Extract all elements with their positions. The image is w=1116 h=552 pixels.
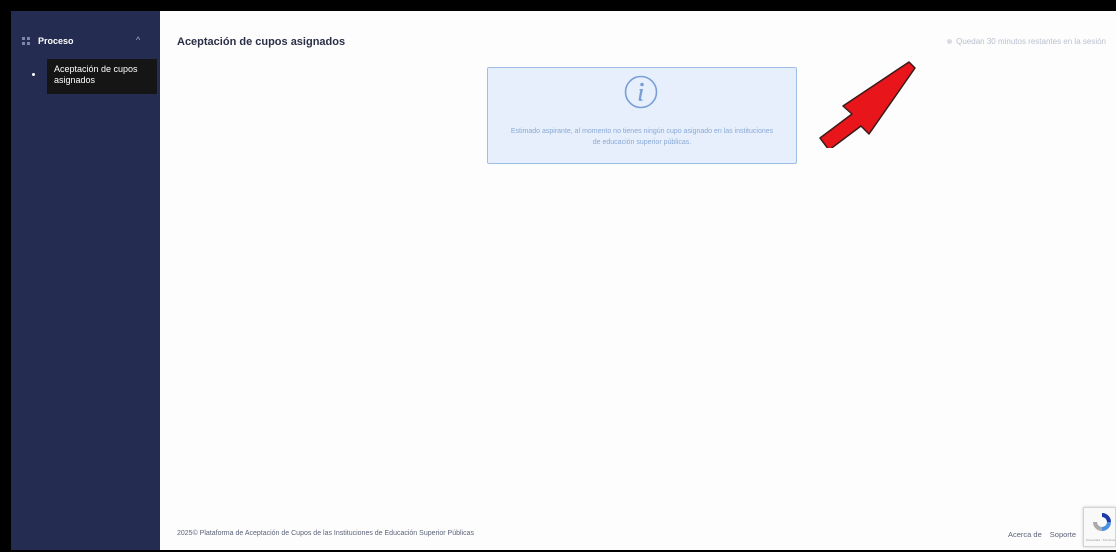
sidebar-section-label: Proceso: [38, 36, 74, 46]
footer-links: Acerca de Soporte: [1008, 530, 1076, 539]
bullet-icon: [32, 73, 35, 76]
info-message: Estimado aspirante, al momento no tienes…: [510, 128, 774, 146]
footer-copyright: 2025© Plataforma de Aceptación de Cupos …: [177, 530, 475, 537]
clock-icon: [947, 39, 953, 44]
info-alert: Estimado aspirante, al momento no tienes…: [487, 67, 797, 164]
page-title: Aceptación de cupos asignados: [177, 36, 346, 48]
session-timer: Quedan 30 minutos restantes en la sesión: [947, 37, 1106, 46]
support-link[interactable]: Soporte: [1050, 530, 1076, 539]
sidebar: Proceso ^ Aceptación de cupos asignados: [11, 11, 160, 550]
info-icon: [624, 75, 658, 109]
session-notice: Quedan 30 minutos restantes en la sesión: [956, 37, 1106, 46]
annotation-arrow-icon: [819, 61, 916, 148]
recaptcha-label[interactable]: Privacidad - Términos: [1086, 538, 1115, 542]
sidebar-item-label[interactable]: Aceptación de cupos asignados: [47, 59, 157, 94]
recaptcha-badge[interactable]: Privacidad - Términos: [1083, 507, 1116, 547]
grid-icon: [22, 37, 31, 46]
sidebar-section-proceso[interactable]: Proceso ^: [11, 33, 160, 51]
about-link[interactable]: Acerca de: [1008, 530, 1042, 539]
chevron-up-icon[interactable]: ^: [136, 35, 140, 45]
recaptcha-icon: [1093, 513, 1111, 531]
